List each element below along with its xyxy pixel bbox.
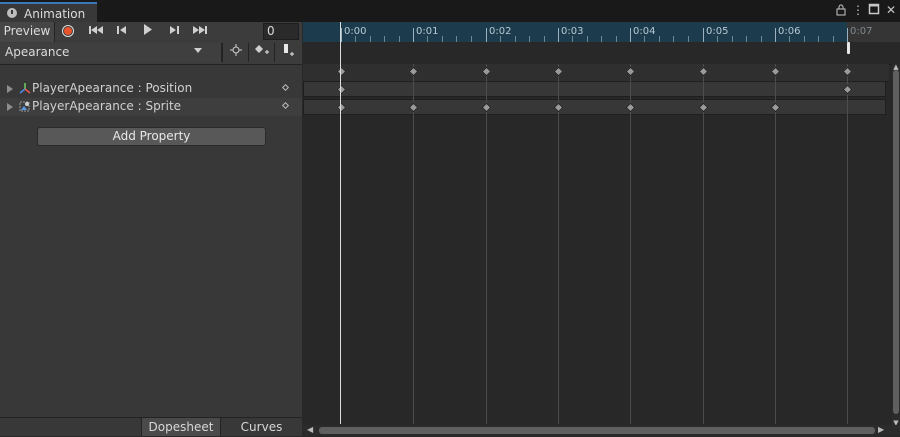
kebab-menu-icon[interactable]: ⋮ bbox=[851, 3, 865, 17]
property-row-sprite[interactable]: PlayerApearance : Sprite bbox=[0, 98, 302, 116]
tab-curves[interactable]: Curves bbox=[221, 418, 302, 436]
last-keyframe-button[interactable] bbox=[189, 24, 211, 40]
horizontal-scrollbar[interactable]: ◀ ▶ bbox=[303, 425, 900, 435]
tab-animation[interactable]: Animation bbox=[0, 2, 97, 22]
first-keyframe-button[interactable] bbox=[85, 24, 107, 40]
scroll-right-icon[interactable]: ▶ bbox=[878, 425, 886, 435]
chevron-down-icon bbox=[194, 48, 202, 53]
maximize-icon[interactable] bbox=[867, 3, 881, 17]
filter-keyframes-icon bbox=[230, 44, 242, 56]
add-property-button[interactable]: Add Property bbox=[37, 127, 266, 146]
keyframe-toggle-icon[interactable] bbox=[281, 101, 290, 110]
property-label: PlayerApearance : Sprite bbox=[32, 99, 182, 113]
vertical-scrollbar[interactable]: ▲ ▼ bbox=[892, 64, 900, 427]
record-button[interactable] bbox=[59, 24, 79, 40]
sprite-icon bbox=[19, 101, 30, 112]
keyframe-gridline bbox=[413, 64, 414, 424]
time-ruler[interactable] bbox=[303, 22, 900, 42]
clip-name: Apearance bbox=[5, 45, 70, 59]
keyframe-gridline bbox=[775, 64, 776, 424]
property-row-position[interactable]: PlayerApearance : Position bbox=[0, 80, 302, 98]
window-tab-bar: Animation ⋮ ✕ bbox=[0, 0, 900, 22]
preview-button[interactable]: Preview bbox=[0, 22, 55, 42]
add-event-button[interactable] bbox=[274, 43, 301, 62]
clock-icon bbox=[7, 8, 17, 18]
lock-icon[interactable] bbox=[834, 3, 848, 17]
close-icon[interactable]: ✕ bbox=[884, 3, 898, 17]
add-event-icon bbox=[284, 44, 294, 56]
expand-arrow-icon[interactable] bbox=[7, 85, 13, 93]
summary-row[interactable] bbox=[303, 64, 889, 82]
view-mode-tabs: Dopesheet Curves bbox=[0, 417, 302, 436]
clip-end-marker[interactable] bbox=[847, 42, 850, 54]
next-keyframe-icon bbox=[170, 26, 179, 34]
clip-dropdown[interactable]: Apearance bbox=[0, 43, 222, 62]
add-keyframe-button[interactable] bbox=[248, 43, 275, 62]
filter-keyframes-button[interactable] bbox=[222, 43, 249, 62]
scroll-left-icon[interactable]: ◀ bbox=[307, 425, 315, 435]
last-keyframe-icon bbox=[193, 26, 207, 34]
dopesheet-timeline[interactable]: 0:00 0:01 0:02 0:03 0:04 0:05 0:06 0:07 ▲ ▼ ◀ ▶ bbox=[303, 22, 900, 435]
playhead[interactable] bbox=[340, 22, 341, 424]
property-label: PlayerApearance : Position bbox=[32, 81, 193, 95]
keyframe-gridline bbox=[847, 64, 848, 424]
keyframe-gridline bbox=[703, 64, 704, 424]
clip-row: Apearance bbox=[0, 42, 302, 65]
transform-icon bbox=[19, 83, 31, 94]
playback-toolbar: Preview 0 bbox=[0, 22, 302, 43]
keyframe-toggle-icon[interactable] bbox=[281, 83, 290, 92]
horizontal-scroll-thumb[interactable] bbox=[319, 427, 875, 434]
previous-keyframe-icon bbox=[117, 26, 126, 34]
property-panel: Preview 0 Apearance PlayerApearance: Po… bbox=[0, 22, 302, 436]
track-row-sprite[interactable] bbox=[303, 99, 886, 115]
frame-input[interactable]: 0 bbox=[263, 23, 299, 40]
vertical-scroll-thumb[interactable] bbox=[893, 70, 899, 414]
previous-keyframe-button[interactable] bbox=[111, 24, 133, 40]
add-keyframe-icon bbox=[255, 45, 269, 54]
play-button[interactable] bbox=[137, 24, 159, 40]
next-keyframe-button[interactable] bbox=[163, 24, 185, 40]
time-ruler-out-of-range bbox=[847, 22, 900, 42]
keyframe-gridline bbox=[558, 64, 559, 424]
play-icon bbox=[144, 24, 152, 35]
tab-title: Animation bbox=[24, 7, 86, 21]
keyframe-gridline bbox=[630, 64, 631, 424]
event-row[interactable] bbox=[303, 42, 900, 65]
expand-arrow-icon[interactable] bbox=[7, 103, 13, 111]
keyframe-gridline bbox=[486, 64, 487, 424]
track-row-position[interactable] bbox=[303, 81, 886, 97]
tab-dopesheet[interactable]: Dopesheet bbox=[141, 418, 221, 436]
first-keyframe-icon bbox=[89, 26, 103, 34]
